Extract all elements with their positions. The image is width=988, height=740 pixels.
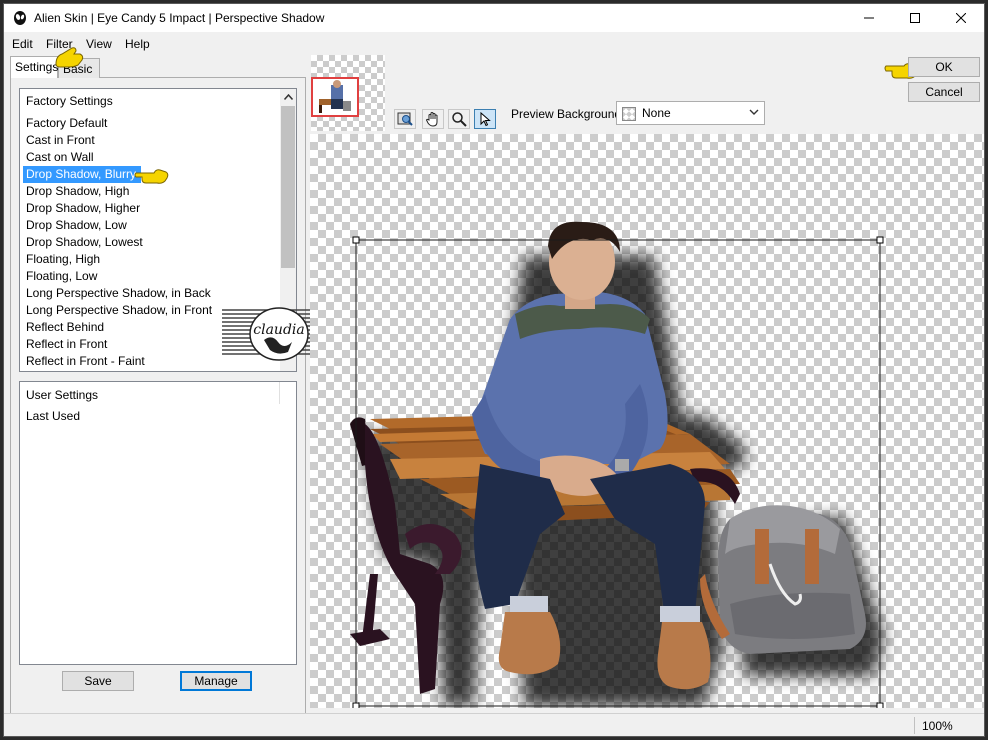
status-bar: 100% bbox=[4, 713, 984, 736]
close-button[interactable] bbox=[938, 4, 984, 32]
factory-preset-label: Cast on Wall bbox=[26, 150, 94, 164]
factory-preset-label: Floating, High bbox=[26, 252, 101, 266]
factory-preset-item[interactable]: Drop Shadow, Higher bbox=[23, 200, 279, 217]
navigator-tool-icon bbox=[397, 112, 413, 126]
factory-preset-label: Reflect in Front - Faint bbox=[26, 354, 145, 368]
close-icon bbox=[956, 13, 966, 23]
factory-preset-label: Long Perspective Shadow, in Front bbox=[26, 303, 213, 317]
save-button[interactable]: Save bbox=[62, 671, 134, 691]
factory-preset-label: Drop Shadow, Lowest bbox=[26, 235, 143, 249]
thumbnail-man-on-bench-image bbox=[319, 80, 351, 113]
manage-button[interactable]: Manage bbox=[180, 671, 252, 691]
user-settings-items: Last Used bbox=[23, 408, 279, 425]
hand-tool-icon bbox=[425, 112, 438, 127]
zoom-indicator: 100% bbox=[914, 717, 976, 734]
menu-help[interactable]: Help bbox=[125, 37, 150, 51]
factory-preset-item[interactable]: Drop Shadow, Low bbox=[23, 217, 279, 234]
factory-settings-header: Factory Settings bbox=[26, 94, 113, 108]
pointing-hand-icon bbox=[134, 169, 169, 184]
user-preset-item[interactable]: Last Used bbox=[23, 408, 279, 425]
cancel-button[interactable]: Cancel bbox=[908, 82, 980, 102]
chevron-down-icon bbox=[749, 109, 759, 115]
scroll-thumb[interactable] bbox=[281, 106, 295, 268]
background-swatch bbox=[622, 107, 636, 121]
ok-button[interactable]: OK bbox=[908, 57, 980, 77]
factory-preset-label: Cast in Front bbox=[26, 133, 95, 147]
user-settings-list[interactable]: User Settings Last Used bbox=[19, 381, 297, 665]
scroll-up-button[interactable] bbox=[280, 89, 296, 105]
factory-preset-item[interactable]: Drop Shadow, Lowest bbox=[23, 234, 279, 251]
user-preset-label: Last Used bbox=[26, 409, 81, 423]
factory-preset-label: Drop Shadow, High bbox=[26, 184, 130, 198]
navigator-tool-button[interactable] bbox=[394, 109, 416, 129]
factory-preset-label: Factory Default bbox=[26, 116, 108, 130]
menu-edit[interactable]: Edit bbox=[12, 37, 33, 51]
watermark-text: claudia bbox=[253, 322, 304, 338]
factory-preset-label: Drop Shadow, Higher bbox=[26, 201, 141, 215]
factory-preset-item[interactable]: Floating, High bbox=[23, 251, 279, 268]
user-list-scrollbar[interactable] bbox=[279, 382, 296, 404]
chevron-up-icon bbox=[283, 94, 293, 100]
preview-background-value: None bbox=[642, 106, 671, 120]
zoom-tool-button[interactable] bbox=[448, 109, 470, 129]
eye-candy-window: Alien Skin | Eye Candy 5 Impact | Perspe… bbox=[3, 3, 985, 737]
factory-preset-label: Reflect in Front bbox=[26, 337, 108, 351]
factory-preset-item[interactable]: Floating, Low bbox=[23, 268, 279, 285]
hand-tool-button[interactable] bbox=[422, 109, 444, 129]
title-bar: Alien Skin | Eye Candy 5 Impact | Perspe… bbox=[4, 4, 984, 32]
preview-background-select[interactable]: None bbox=[616, 101, 765, 125]
factory-preset-label: Long Perspective Shadow, in Back bbox=[26, 286, 211, 300]
menu-bar: Edit Filter View Help bbox=[4, 34, 984, 54]
factory-preset-label: Floating, Low bbox=[26, 269, 98, 283]
user-settings-header: User Settings bbox=[26, 388, 99, 402]
window-title: Alien Skin | Eye Candy 5 Impact | Perspe… bbox=[34, 11, 325, 25]
zoom-level: 100% bbox=[922, 719, 953, 733]
factory-preset-item[interactable]: Factory Default bbox=[23, 115, 279, 132]
factory-preset-label: Reflect Behind bbox=[26, 320, 105, 334]
minimize-icon bbox=[864, 17, 874, 19]
maximize-button[interactable] bbox=[892, 4, 938, 32]
factory-preset-item[interactable]: Long Perspective Shadow, in Back bbox=[23, 285, 279, 302]
pointer-tool-button[interactable] bbox=[474, 109, 496, 129]
pointer-tool-icon bbox=[480, 111, 491, 127]
preview-background-label: Preview Background: bbox=[511, 107, 625, 121]
pointing-hand-icon bbox=[55, 47, 84, 68]
preview-canvas[interactable] bbox=[310, 134, 984, 708]
factory-preset-label: Drop Shadow, Low bbox=[26, 218, 127, 232]
man-on-bench-photo bbox=[350, 221, 884, 708]
preview-thumbnail[interactable] bbox=[311, 77, 359, 117]
tab-settings[interactable]: Settings bbox=[10, 56, 58, 78]
menu-view[interactable]: View bbox=[86, 37, 112, 51]
minimize-button[interactable] bbox=[846, 4, 892, 32]
factory-preset-item[interactable]: Cast in Front bbox=[23, 132, 279, 149]
maximize-icon bbox=[910, 13, 920, 23]
factory-preset-label: Drop Shadow, Blurry bbox=[23, 166, 142, 183]
zoom-tool-icon bbox=[452, 112, 467, 127]
alien-skin-app-icon bbox=[14, 11, 26, 25]
